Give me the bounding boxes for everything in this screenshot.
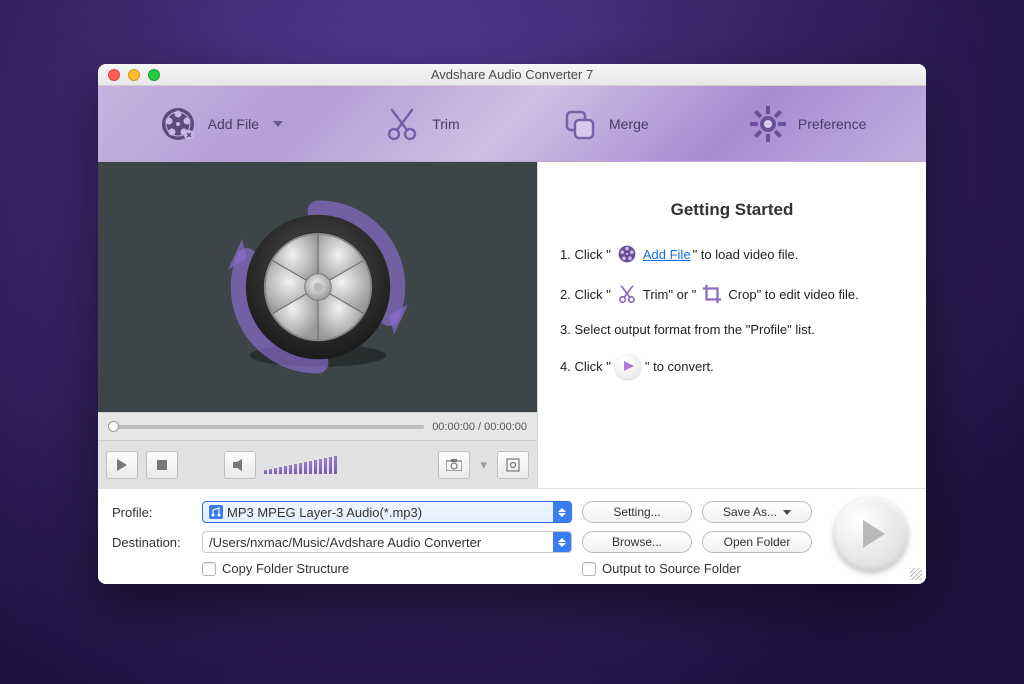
gear-icon	[748, 104, 788, 144]
checkbox-icon	[202, 562, 216, 576]
reel-artwork-icon	[223, 192, 413, 382]
snapshot-button[interactable]	[438, 451, 470, 479]
step-1: 1. Click " Add File " to load video file…	[560, 242, 904, 266]
film-reel-icon	[158, 104, 198, 144]
chevron-down-icon: ▾	[480, 457, 487, 473]
stop-button[interactable]	[146, 451, 178, 479]
mute-button[interactable]	[224, 451, 256, 479]
scissors-icon	[615, 282, 639, 306]
destination-value: /Users/nxmac/Music/Avdshare Audio Conver…	[209, 535, 481, 550]
window-title: Avdshare Audio Converter 7	[98, 67, 926, 82]
add-file-label: Add File	[208, 116, 259, 132]
play-circle-icon	[615, 353, 641, 379]
seek-slider[interactable]	[108, 425, 424, 429]
chevron-down-icon	[783, 510, 791, 515]
convert-button[interactable]	[834, 497, 908, 571]
setting-button[interactable]: Setting...	[582, 501, 692, 523]
checkbox-icon	[582, 562, 596, 576]
stepper-icon	[553, 502, 571, 522]
merge-icon	[559, 104, 599, 144]
resize-grip[interactable]	[910, 568, 922, 580]
getting-started-title: Getting Started	[560, 200, 904, 220]
crop-icon	[700, 282, 724, 306]
step-4: 4. Click " " to convert.	[560, 353, 904, 379]
add-file-button[interactable]: Add File	[158, 104, 283, 144]
profile-select[interactable]: MP3 MPEG Layer-3 Audio(*.mp3)	[202, 501, 572, 523]
volume-slider[interactable]	[264, 456, 337, 474]
open-folder-button[interactable]: Open Folder	[702, 531, 812, 553]
preview-pane: 00:00:00 / 00:00:00	[98, 162, 538, 488]
window-controls	[98, 69, 160, 81]
preference-button[interactable]: Preference	[748, 104, 866, 144]
save-as-button[interactable]: Save As...	[702, 501, 812, 523]
browse-button[interactable]: Browse...	[582, 531, 692, 553]
bottom-panel: Profile: MP3 MPEG Layer-3 Audio(*.mp3) S…	[98, 488, 926, 584]
merge-button[interactable]: Merge	[559, 104, 649, 144]
trim-button[interactable]: Trim	[382, 104, 459, 144]
copy-folder-checkbox[interactable]: Copy Folder Structure	[202, 561, 349, 576]
main-body: 00:00:00 / 00:00:00	[98, 162, 926, 488]
step-3: 3. Select output format from the "Profil…	[560, 322, 904, 337]
add-file-link[interactable]: Add File	[643, 247, 691, 262]
getting-started-pane: Getting Started 1. Click " Add File " to…	[538, 162, 926, 488]
app-window: Avdshare Audio Converter 7 Add File	[98, 64, 926, 584]
toolbar: Add File Trim Merg	[98, 86, 926, 162]
output-source-checkbox[interactable]: Output to Source Folder	[582, 561, 812, 576]
seek-thumb[interactable]	[108, 421, 119, 432]
stepper-icon	[553, 532, 571, 552]
preference-label: Preference	[798, 116, 866, 132]
destination-field[interactable]: /Users/nxmac/Music/Avdshare Audio Conver…	[202, 531, 572, 553]
timecode: 00:00:00 / 00:00:00	[432, 421, 527, 433]
play-button[interactable]	[106, 451, 138, 479]
timeline: 00:00:00 / 00:00:00	[98, 412, 537, 440]
close-window-button[interactable]	[108, 69, 120, 81]
trim-label: Trim	[432, 116, 459, 132]
profile-value: MP3 MPEG Layer-3 Audio(*.mp3)	[227, 505, 422, 520]
video-preview	[98, 162, 537, 412]
minimize-window-button[interactable]	[128, 69, 140, 81]
film-reel-icon	[615, 242, 639, 266]
playback-controls: ▾	[98, 440, 537, 488]
scissors-icon	[382, 104, 422, 144]
destination-label: Destination:	[112, 535, 192, 550]
step-2: 2. Click " Trim" or " Crop" to edit vide…	[560, 282, 904, 306]
profile-label: Profile:	[112, 505, 192, 520]
audio-format-icon	[209, 505, 223, 519]
zoom-window-button[interactable]	[148, 69, 160, 81]
merge-label: Merge	[609, 116, 649, 132]
titlebar: Avdshare Audio Converter 7	[98, 64, 926, 86]
chevron-down-icon	[273, 121, 283, 127]
fullscreen-button[interactable]	[497, 451, 529, 479]
